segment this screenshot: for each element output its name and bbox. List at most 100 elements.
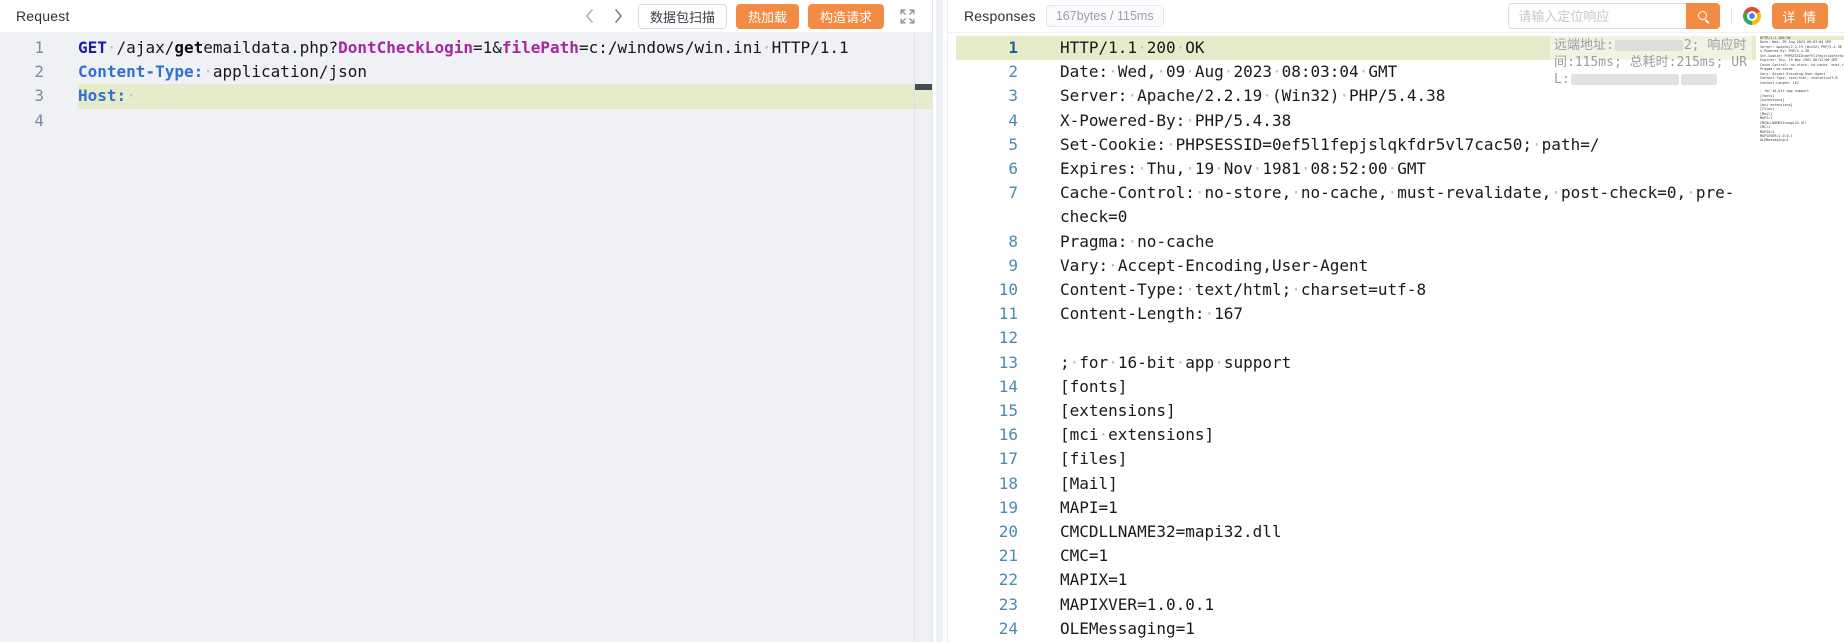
response-line[interactable]: 20CMCDLLNAME32=mapi32.dll — [956, 520, 1756, 544]
response-line[interactable]: 7Cache-Control:·​no-store,·​no-cache,·​m… — [956, 181, 1756, 229]
code-line: CMC=1 — [1018, 544, 1756, 568]
search-button[interactable] — [1686, 3, 1720, 29]
fullscreen-icon[interactable] — [899, 8, 916, 25]
detail-button[interactable]: 详 情 — [1772, 3, 1828, 29]
request-lines: 1GET·/ajax/getemaildata.php?DontCheckLog… — [0, 36, 932, 133]
response-line[interactable]: 12 — [956, 326, 1756, 350]
construct-request-button[interactable]: 构造请求 — [808, 4, 884, 29]
whitespace-dot: ·​ — [1301, 159, 1311, 178]
whitespace-dot: ·​ — [1291, 183, 1301, 202]
locate-response-search — [1508, 3, 1720, 29]
whitespace-dot: ·​ — [1108, 62, 1118, 81]
panel-divider[interactable] — [933, 0, 947, 642]
response-line[interactable]: 23MAPIXVER=1.0.0.1 — [956, 593, 1756, 617]
code-line: MAPI=1 — [1018, 496, 1756, 520]
response-lines: 1HTTP/1.1·​200·​OK2Date:·​Wed,·​09·​Aug·… — [948, 36, 1844, 641]
code-line: MAPIX=1 — [1018, 568, 1756, 592]
overview-ruler-mark — [915, 84, 932, 90]
response-line[interactable]: 19MAPI=1 — [956, 496, 1756, 520]
redaction-block — [1571, 74, 1679, 85]
response-line[interactable]: 24OLEMessaging=1 — [956, 617, 1756, 641]
token-bold: get — [174, 38, 203, 57]
response-line[interactable]: 16[mci·​extensions] — [956, 423, 1756, 447]
request-line[interactable]: 1GET·/ajax/getemaildata.php?DontCheckLog… — [0, 36, 932, 60]
response-line[interactable]: 6Expires:·​Thu,·​19·​Nov·​1981·​08:52:00… — [956, 157, 1756, 181]
whitespace-dot: ·​ — [1137, 38, 1147, 57]
whitespace-dot: ·​ — [1166, 135, 1176, 154]
whitespace-dot: ·​ — [1686, 183, 1696, 202]
request-panel: Request 数据包扫描 热加载 构造请求 — [0, 0, 933, 642]
code-line: [fonts] — [1018, 375, 1756, 399]
response-line[interactable]: 9Vary:·​Accept-Encoding,User-Agent — [956, 254, 1756, 278]
token-ws: · — [203, 62, 213, 81]
response-meta-overlay: 远端地址:2; 响应时间:115ms; 总耗时:215ms; URL: — [1550, 36, 1752, 90]
code-line: [Mail] — [1018, 472, 1756, 496]
overview-ruler[interactable] — [914, 33, 932, 642]
whitespace-dot: ·​ — [1099, 425, 1109, 444]
response-header: Responses 167bytes / 115ms 详 情 — [948, 0, 1844, 33]
line-number: 17 — [956, 447, 1018, 471]
whitespace-dot: ·​ — [1388, 159, 1398, 178]
whitespace-dot: ·​ — [1127, 232, 1137, 251]
responses-title: Responses — [964, 8, 1036, 24]
response-line[interactable]: 5Set-Cookie:·​PHPSESSID=0ef5l1fepjslqkfd… — [956, 133, 1756, 157]
code-line: Pragma:·​no-cache — [1018, 230, 1756, 254]
whitespace-dot: ·​ — [1070, 353, 1080, 372]
redaction-block — [1681, 74, 1717, 85]
response-panel: Responses 167bytes / 115ms 详 情 1 HTTP/1.1… — [947, 0, 1844, 642]
token-ws: · — [126, 86, 136, 105]
token-plain: application/json — [213, 62, 367, 81]
response-line[interactable]: 13;·​for·​16-bit·​app·​support — [956, 351, 1756, 375]
request-line[interactable]: 3Host:· — [0, 84, 932, 108]
chrome-browser-icon[interactable] — [1743, 7, 1761, 25]
request-line[interactable]: 2Content-Type:·application/json — [0, 60, 932, 84]
line-number: 1 — [956, 36, 1018, 60]
token-ws: · — [762, 38, 772, 57]
response-line[interactable]: 18[Mail] — [956, 472, 1756, 496]
response-line[interactable]: 11Content-Length:·​167 — [956, 302, 1756, 326]
code-line: Content-Length:·​167 — [1018, 302, 1756, 326]
whitespace-dot: ·​ — [1185, 280, 1195, 299]
code-line: Host:· — [78, 84, 932, 108]
response-line[interactable]: 17[files] — [956, 447, 1756, 471]
whitespace-dot: ·​ — [1291, 280, 1301, 299]
line-number: 15 — [956, 399, 1018, 423]
response-line[interactable]: 10Content-Type:·​text/html;·​charset=utf… — [956, 278, 1756, 302]
next-packet-button[interactable] — [609, 6, 629, 26]
line-number: 24 — [956, 617, 1018, 641]
request-editor[interactable]: 1GET·/ajax/getemaildata.php?DontCheckLog… — [0, 33, 932, 642]
code-line: Vary:·​Accept-Encoding,User-Agent — [1018, 254, 1756, 278]
token-plain: emaildata.php? — [203, 38, 338, 57]
response-line[interactable]: 15[extensions] — [956, 399, 1756, 423]
whitespace-dot: ·​ — [1272, 62, 1282, 81]
locate-response-input[interactable] — [1508, 3, 1686, 29]
minimap[interactable]: HTTP/1.1 200 OKDate: Wed, 09 Aug 2023 08… — [1756, 36, 1844, 642]
line-number: 6 — [956, 157, 1018, 181]
line-number: 14 — [956, 375, 1018, 399]
line-number: 18 — [956, 472, 1018, 496]
whitespace-dot: ·​ — [1185, 111, 1195, 130]
response-line[interactable]: 21CMC=1 — [956, 544, 1756, 568]
hot-reload-button[interactable]: 热加载 — [736, 4, 799, 29]
line-number: 4 — [956, 109, 1018, 133]
line-number: 23 — [956, 593, 1018, 617]
response-editor[interactable]: 1HTTP/1.1·​200·​OK2Date:·​Wed,·​09·​Aug·… — [948, 33, 1844, 642]
token-param: DontCheckLogin — [338, 38, 473, 57]
response-line[interactable]: 22MAPIX=1 — [956, 568, 1756, 592]
code-line: ;·​for·​16-bit·​app·​support — [1018, 351, 1756, 375]
chevron-left-icon — [585, 9, 594, 23]
response-line[interactable]: 8Pragma:·​no-cache — [956, 230, 1756, 254]
packet-scan-button[interactable]: 数据包扫描 — [638, 4, 727, 29]
code-line: GET·/ajax/getemaildata.php?DontCheckLogi… — [78, 36, 932, 60]
search-icon — [1697, 10, 1710, 23]
whitespace-dot: ·​ — [1253, 159, 1263, 178]
prev-packet-button[interactable] — [580, 6, 600, 26]
whitespace-dot: ·​ — [1127, 86, 1137, 105]
response-line[interactable]: 4X-Powered-By:·​PHP/5.4.38 — [956, 109, 1756, 133]
whitespace-dot: ·​ — [1176, 38, 1186, 57]
request-line[interactable]: 4 — [0, 109, 932, 133]
response-line[interactable]: 14[fonts] — [956, 375, 1756, 399]
whitespace-dot: ·​ — [1185, 62, 1195, 81]
code-line: CMCDLLNAME32=mapi32.dll — [1018, 520, 1756, 544]
request-header: Request 数据包扫描 热加载 构造请求 — [0, 0, 932, 33]
